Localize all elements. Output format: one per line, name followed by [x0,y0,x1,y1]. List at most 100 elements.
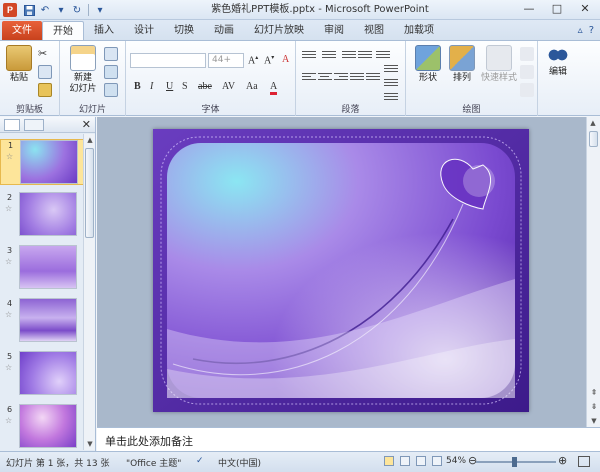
customize-qat-icon[interactable]: ▾ [93,3,107,17]
grow-font-icon[interactable]: A▴ [248,54,258,66]
maximize-icon[interactable]: □ [546,1,568,17]
collapse-ribbon-icon[interactable]: ▵ [578,25,583,36]
slideshow-view-icon[interactable] [432,456,442,466]
shape-fill-icon[interactable] [520,47,534,61]
scroll-down-icon[interactable]: ▼ [84,438,96,450]
bullets-icon[interactable] [302,51,316,61]
powerpoint-app-icon[interactable]: P [3,3,17,17]
zoom-slider-knob[interactable] [512,457,517,467]
change-case-icon[interactable]: Aa [246,81,258,92]
italic-icon[interactable]: I [150,81,153,92]
zoom-in-icon[interactable]: ⊕ [558,454,567,467]
columns-icon[interactable] [366,73,380,83]
zoom-level[interactable]: 54% [446,456,466,466]
shapes-button[interactable]: 形状 [412,45,444,84]
reading-view-icon[interactable] [416,456,426,466]
language-indicator[interactable]: 中文(中国) [218,456,261,469]
theme-name[interactable]: "Office 主题" [126,456,181,469]
pane-close-icon[interactable]: ✕ [82,118,91,131]
undo-icon[interactable]: ↶ [38,3,52,17]
format-painter-icon[interactable] [38,83,52,97]
font-name-combo[interactable] [130,53,206,68]
line-spacing-icon[interactable] [376,51,390,61]
tab-file[interactable]: 文件 [2,21,42,40]
justify-icon[interactable] [350,73,364,83]
outline-tab[interactable] [24,118,44,131]
quick-styles-button[interactable]: 快速样式 [478,45,520,84]
decrease-indent-icon[interactable] [342,51,356,61]
pane-header: ✕ [0,117,95,133]
help-icon[interactable]: ? [589,25,594,36]
increase-indent-icon[interactable] [358,51,372,61]
shape-outline-icon[interactable] [520,65,534,79]
slide-thumbnail-5[interactable]: 5 ☆ [0,351,84,397]
pane-scrollbar[interactable]: ▲ ▼ [83,134,95,450]
tab-design[interactable]: 设计 [124,21,164,40]
editing-button[interactable]: 编辑 [542,45,574,78]
cut-icon[interactable]: ✂ [38,47,52,61]
strikethrough-icon[interactable]: abe [198,81,212,92]
notes-pane[interactable]: 单击此处添加备注 [97,427,600,451]
slides-group: 新建 幻灯片 幻灯片 [60,41,126,116]
section-icon[interactable] [104,83,118,97]
reset-icon[interactable] [104,65,118,79]
next-slide-icon[interactable]: ⇟ [587,402,600,411]
tab-addins[interactable]: 加载项 [394,21,444,40]
tab-transitions[interactable]: 切换 [164,21,204,40]
tab-animations[interactable]: 动画 [204,21,244,40]
editing-group: 编辑 [538,41,578,116]
bold-icon[interactable]: B [134,81,141,92]
numbering-icon[interactable] [322,51,336,61]
slide-thumbnail-6[interactable]: 6 ☆ [0,404,84,450]
dropdown-icon[interactable]: ▾ [54,3,68,17]
align-center-icon[interactable] [318,73,332,83]
clear-format-icon[interactable]: A [282,54,289,65]
editor-scrollbar[interactable]: ▲ ⇞ ⇟ ▼ [586,117,600,427]
tab-review[interactable]: 审阅 [314,21,354,40]
editor-scroll-up-icon[interactable]: ▲ [587,117,599,129]
spellcheck-icon[interactable]: ✓ [196,456,204,466]
close-icon[interactable]: ✕ [574,1,596,17]
font-color-icon[interactable]: A [270,81,278,95]
normal-view-icon[interactable] [384,456,394,466]
slide-thumbnail-3[interactable]: 3 ☆ [0,245,84,291]
slide-thumbnail-1[interactable]: 1 ☆ [0,139,84,185]
slide-sorter-icon[interactable] [400,456,410,466]
text-direction-icon[interactable] [384,65,398,75]
underline-icon[interactable]: U [166,81,173,92]
tab-view[interactable]: 视图 [354,21,394,40]
font-size-combo[interactable]: 44+ [208,53,244,68]
slide-thumbnail-2[interactable]: 2 ☆ [0,192,84,238]
align-text-icon[interactable] [384,79,398,89]
align-left-icon[interactable] [302,73,316,83]
redo-icon[interactable]: ↻ [70,3,84,17]
copy-icon[interactable] [38,65,52,79]
shape-effects-icon[interactable] [520,83,534,97]
new-slide-button[interactable]: 新建 幻灯片 [64,45,102,95]
paste-button[interactable]: 粘贴 [3,45,35,84]
char-spacing-icon[interactable]: AV [222,81,235,92]
editor-scroll-down-icon[interactable]: ▼ [587,417,600,425]
window-controls: — □ ✕ [518,1,596,17]
tab-home[interactable]: 开始 [42,21,84,40]
shrink-font-icon[interactable]: A▾ [264,54,274,66]
fit-to-window-icon[interactable] [578,456,590,467]
notes-placeholder[interactable]: 单击此处添加备注 [105,433,193,449]
slides-tab[interactable] [4,118,20,131]
zoom-slider[interactable] [476,457,556,467]
current-slide[interactable] [153,129,529,412]
previous-slide-icon[interactable]: ⇞ [587,388,600,397]
slide-thumbnail-4[interactable]: 4 ☆ [0,298,84,344]
minimize-icon[interactable]: — [518,1,540,17]
tab-slideshow[interactable]: 幻灯片放映 [244,21,314,40]
tab-insert[interactable]: 插入 [84,21,124,40]
pane-scroll-thumb[interactable] [85,148,94,238]
save-icon[interactable] [22,3,36,17]
scroll-up-icon[interactable]: ▲ [84,134,96,146]
arrange-button[interactable]: 排列 [446,45,478,84]
shadow-icon[interactable]: S [182,81,188,92]
layout-icon[interactable] [104,47,118,61]
slide-artwork [153,129,529,412]
editor-scroll-thumb[interactable] [589,131,598,147]
align-right-icon[interactable] [334,73,348,83]
